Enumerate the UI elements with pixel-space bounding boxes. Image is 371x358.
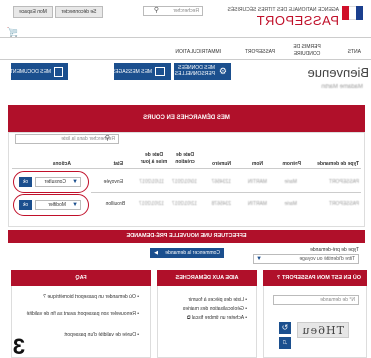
arrow-right-icon: ▶ [154,250,158,256]
documents-button[interactable]: MES DOCUMENTS [7,63,68,80]
personal-data-label: MES DONNÉES PERSONNELLES [174,65,215,77]
demarches-title: MES DÉMARCHES EN COURS [143,115,230,121]
row1-nom: MARTIN [247,179,267,185]
row2-numero: 2345678 [211,201,231,207]
demarches-header: MES DÉMARCHES EN COURS [8,105,365,132]
row2-ok-button[interactable]: ok [19,200,32,210]
pre-demande-select[interactable]: Titre d'identité ou voyage ▼ [253,254,359,264]
mon-espace-button[interactable]: Mon Espace [13,6,53,18]
faq-card-title: FAQ [75,275,87,281]
cart-icon[interactable]: 🛒 [7,27,18,37]
messages-label: MES MESSAGES [111,69,152,75]
demarches-search-input[interactable]: Rechercher dans la liste [15,134,119,144]
aide-link-mairies-label: Géolocalisation des mairies [182,306,244,312]
status-card-title: OÙ EN EST MON PASSEPORT ? [277,275,361,281]
row2-chevron-down-icon: ▼ [72,202,78,208]
row1-created: 10/01/2017 [171,179,197,185]
faq-link-ou-demander[interactable]: • Où demander un passeport biométrique ? [19,294,139,301]
aide-card-header: AIDE AUX DÉMARCHES [157,270,257,286]
table-header-line [12,168,361,169]
pre-demande-title: EFFECTUER UNE NOUVELLE PRÉ-DEMANDE [126,233,247,239]
row2-ok-glyph: ok [22,202,29,208]
col-prenom: Prénom [282,161,301,167]
aide-link-timbre[interactable]: • Acheter un timbre fiscal ⧉ [187,314,247,322]
row2-nom: MARTIN [247,201,267,207]
welcome-subtitle: Madame Martin [321,84,363,90]
personal-data-button[interactable]: ⚙ MES DONNÉES PERSONNELLES [174,63,231,80]
faq-link-duree-label: Durée de validité d'un passeport [64,332,136,338]
user-gear-icon: ⚙ [218,66,227,76]
nav-divider-top [0,37,371,38]
col-type: Type de demande [317,161,359,167]
nav-item-passeport[interactable]: PASSEPORT [245,48,275,56]
row2-action-select[interactable]: Modifier ▼ [35,200,81,210]
row2-created: 12/01/2017 [171,201,197,207]
row1-type: PASSEPORT [328,179,359,185]
row1-ok-glyph: ok [22,179,29,185]
row2-action-label: Modifier [48,202,66,208]
faq-link-ou-demander-label: Où demander un passeport biométrique ? [43,294,136,300]
col-actions: Actions [52,161,71,167]
faq-link-renouveler[interactable]: • Renouveler son passeport avant sa fin … [19,311,139,318]
documents-icon [54,67,63,77]
nav-item-permis[interactable]: PERMIS DE CONDUIRE [287,44,327,58]
brand-title: PASSEPORT [256,13,339,28]
col-updated: Date de mise à jour [140,152,168,165]
row1-updated: 11/01/2017 [139,179,164,185]
logout-label: Se déconnecter [61,9,97,15]
col-nom: Nom [251,161,263,167]
aide-link-pieces-label: Liste des pièces à fournir [188,297,244,303]
aide-link-pieces[interactable]: • Liste des pièces à fournir [188,296,247,304]
row1-action-select[interactable]: Consulter ▼ [35,177,81,187]
faq-link-duree[interactable]: • Durée de validité d'un passeport [19,332,139,339]
refresh-icon[interactable]: ↻ [279,322,291,334]
request-number-input[interactable]: N° de demande [273,295,359,305]
nav-item-immatriculation[interactable]: IMMATRICULATION [175,48,221,56]
row1-etat: Envoyée [103,179,123,185]
page: AGENCE NATIONALE DES TITRES SÉCURISÉS PA… [0,0,371,358]
row2-updated: 12/01/2017 [138,201,164,207]
row1-action-label: Consulter [44,179,66,185]
pre-demande-select-value: Titre d'identité ou voyage [299,256,355,262]
pre-demande-header: EFFECTUER UNE NOUVELLE PRÉ-DEMANDE [8,230,365,243]
row2-etat: Brouillon [105,201,125,207]
row2-prenom: Marie [284,201,297,207]
nav-item-ants[interactable]: ANTS [348,48,361,56]
external-link-icon: ⧉ [186,315,191,321]
welcome-title: Bienvenue [307,65,369,80]
faq-card-header: FAQ [11,270,151,286]
aide-link-mairies[interactable]: • Géolocalisation des mairies [183,305,247,313]
documents-label: MES DOCUMENTS [6,69,51,75]
status-card-header: OÙ EN EST MON PASSEPORT ? [263,270,367,286]
mirrored-screen: AGENCE NATIONALE DES TITRES SÉCURISÉS PA… [0,0,371,358]
row1-chevron-down-icon: ▼ [72,179,78,185]
search-icon[interactable]: ⚲ [151,7,159,15]
table-row-line [91,192,361,193]
messages-icon [155,67,165,76]
demarches-search-icon[interactable]: ⚲ [105,135,110,143]
col-created: Date de création [175,152,195,165]
step-number-badge: 3 [12,334,25,358]
row1-prenom: Marie [284,179,297,185]
pre-demande-type-label: Type de pré-demande [310,247,359,253]
messages-button[interactable]: MES MESSAGES [111,63,171,80]
row1-ok-button[interactable]: ok [19,177,32,187]
start-request-label: Commencer la demande [165,250,220,256]
row1-numero: 1234567 [211,179,231,185]
audio-icon[interactable]: ♫ [279,337,291,349]
col-etat: Etat [113,161,123,167]
pre-demande-chevron-down-icon: ▼ [256,256,262,262]
col-numero: Numéro [212,161,231,167]
nav-divider-bottom [0,59,371,60]
mon-espace-label: Mon Espace [19,9,47,15]
captcha-text: TH6eu [301,324,344,337]
captcha-image: TH6eu [297,322,349,338]
start-request-button[interactable]: Commencer la demande ▶ [150,248,224,258]
ants-logo [341,6,363,28]
aide-card-title: AIDE AUX DÉMARCHES [175,275,239,281]
row2-type: PASSEPORT [328,201,359,207]
logout-button[interactable]: Se déconnecter [55,6,103,18]
aide-link-timbre-label: Acheter un timbre fiscal [191,315,245,321]
faq-link-renouveler-label: Renouveler son passeport avant sa fin de… [26,311,136,317]
